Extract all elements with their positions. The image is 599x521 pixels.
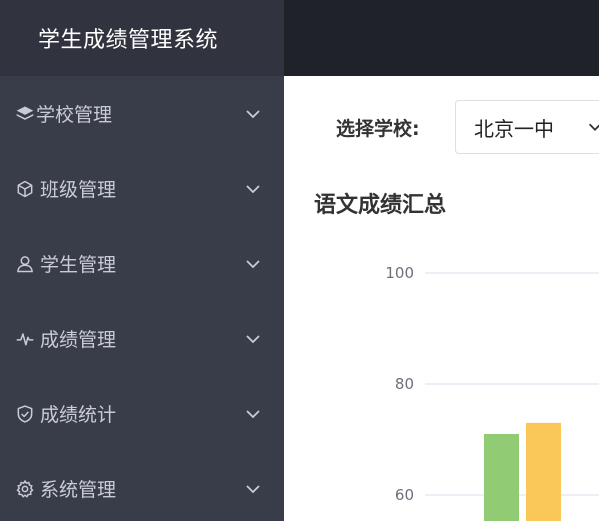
chevron-down-icon — [243, 179, 263, 199]
sidebar-item-label: 成绩统计 — [40, 404, 117, 426]
chevron-down-icon — [243, 329, 263, 349]
sidebar-item-class-management[interactable]: 班级管理 — [0, 151, 284, 226]
app-title: 学生成绩管理系统 — [38, 28, 219, 53]
layers-icon — [14, 103, 36, 125]
chevron-down-icon — [243, 479, 263, 499]
sidebar-header: 学生成绩管理系统 — [0, 0, 284, 76]
school-select-value: 北京一中 — [474, 116, 554, 141]
top-header — [284, 0, 599, 76]
y-tick-label: 100 — [385, 264, 414, 282]
sidebar-item-label: 系统管理 — [40, 479, 117, 501]
shield-check-icon — [14, 403, 36, 425]
pulse-icon — [14, 328, 36, 350]
bar[interactable] — [526, 422, 561, 521]
sidebar-item-label: 班级管理 — [40, 179, 117, 201]
sidebar-item-system-management[interactable]: 系统管理 — [0, 451, 284, 521]
sidebar-item-school-management[interactable]: 学校管理 — [0, 76, 284, 151]
sidebar-item-label: 学生管理 — [40, 254, 117, 276]
user-icon — [14, 253, 36, 275]
sidebar: 学生成绩管理系统 学校管理 班级管理 学生管理 成绩管理 成绩统计 系统管理 — [0, 0, 284, 521]
chevron-down-icon — [243, 104, 263, 124]
y-tick-label: 80 — [395, 375, 414, 393]
sidebar-item-grade-management[interactable]: 成绩管理 — [0, 301, 284, 376]
chevron-down-icon — [586, 118, 599, 136]
school-filter-label: 选择学校: — [336, 118, 420, 140]
chevron-down-icon — [243, 404, 263, 424]
sidebar-item-label: 成绩管理 — [40, 329, 117, 351]
cube-icon — [14, 178, 36, 200]
chevron-down-icon — [243, 254, 263, 274]
sidebar-item-student-management[interactable]: 学生管理 — [0, 226, 284, 301]
sidebar-item-grade-statistics[interactable]: 成绩统计 — [0, 376, 284, 451]
main-content: 100 80 60 选择学校: 北京一中 语文成绩汇总 — [284, 76, 599, 521]
school-select[interactable]: 北京一中 — [455, 100, 599, 154]
chart-title: 语文成绩汇总 — [314, 193, 447, 218]
sidebar-item-label: 学校管理 — [36, 104, 113, 126]
y-tick-label: 60 — [395, 486, 414, 504]
bar[interactable] — [484, 433, 519, 521]
gear-icon — [14, 478, 36, 500]
